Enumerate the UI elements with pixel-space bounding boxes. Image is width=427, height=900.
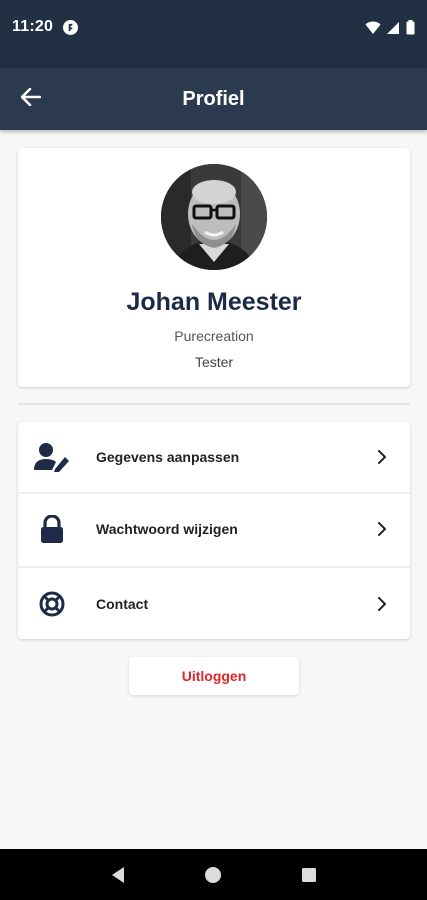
page-title: Profiel <box>182 87 245 110</box>
wifi-icon <box>365 21 381 40</box>
lock-icon <box>34 511 70 547</box>
menu-card: Gegevens aanpassen Wachtwoord wijzigen C… <box>18 422 410 639</box>
status-time: 11:20 <box>12 18 54 35</box>
status-left: 11:20 <box>12 18 79 36</box>
arrow-back-icon <box>20 87 42 111</box>
menu-item-change-password[interactable]: Wachtwoord wijzigen <box>18 494 410 564</box>
back-triangle-icon[interactable] <box>103 860 133 890</box>
user-edit-icon <box>34 439 70 475</box>
status-right <box>365 18 415 40</box>
battery-icon <box>406 20 415 40</box>
divider <box>18 403 410 405</box>
profile-photo <box>161 164 267 270</box>
menu-item-label: Wachtwoord wijzigen <box>96 521 238 537</box>
menu-separator <box>18 566 410 568</box>
profile-card: Johan Meester Purecreation Tester <box>18 148 410 387</box>
home-circle-icon[interactable] <box>198 860 228 890</box>
lifebuoy-icon <box>34 586 70 622</box>
app-notification-icon <box>63 19 79 35</box>
profile-role: Tester <box>194 354 234 370</box>
chevron-right-icon <box>374 449 390 465</box>
profile-name: Johan Meester <box>126 288 302 316</box>
profile-company: Purecreation <box>174 328 254 344</box>
menu-item-label: Gegevens aanpassen <box>96 449 240 465</box>
menu-item-edit-profile[interactable]: Gegevens aanpassen <box>18 422 410 492</box>
avatar <box>161 164 267 270</box>
back-button[interactable] <box>14 82 48 116</box>
status-bar: 11:20 <box>0 0 427 68</box>
chevron-right-icon <box>374 521 390 537</box>
system-nav-bar <box>0 849 427 900</box>
menu-item-contact[interactable]: Contact <box>18 569 410 639</box>
app-bar: Profiel <box>0 68 427 130</box>
cellular-signal-icon <box>387 21 400 40</box>
chevron-right-icon <box>374 596 390 612</box>
menu-item-label: Contact <box>96 596 149 612</box>
recents-square-icon[interactable] <box>294 860 324 890</box>
logout-button[interactable]: Uitloggen <box>129 657 299 695</box>
